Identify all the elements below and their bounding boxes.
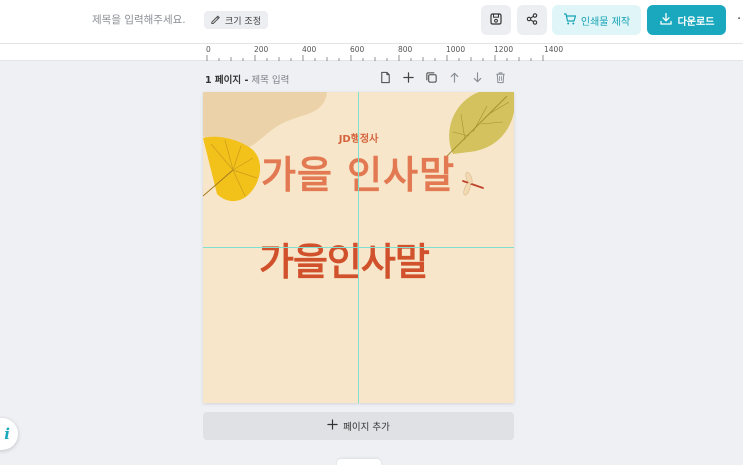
download-icon — [659, 12, 673, 29]
print-order-button[interactable]: 인쇄물 제작 — [552, 5, 641, 35]
more-menu-button[interactable]: · — [737, 12, 741, 27]
plus-icon — [327, 419, 338, 433]
ruler-ticks — [206, 55, 544, 61]
arrow-up-icon[interactable] — [447, 70, 461, 84]
page-title-input[interactable]: 제목 입력 — [251, 75, 289, 86]
arrow-down-icon[interactable] — [470, 70, 484, 84]
print-order-label: 인쇄물 제작 — [580, 16, 631, 28]
cart-icon — [563, 12, 577, 29]
page-icon[interactable] — [378, 70, 392, 84]
page-toolbar — [378, 70, 507, 84]
ruler-tick-label: 0 — [206, 45, 211, 54]
ruler-tick-label: 400 — [302, 45, 317, 54]
trash-icon[interactable] — [493, 70, 507, 84]
ruler-pencil-icon — [210, 13, 221, 27]
top-bar: 제목을 입력해주세요. 크기 조정 인쇄물 제작 다운로드 · — [0, 0, 743, 44]
add-page-button[interactable]: 페이지 추가 — [203, 412, 514, 440]
plus-icon[interactable] — [401, 70, 415, 84]
autumn-leaf-icon — [446, 92, 514, 157]
dragonfly-icon — [462, 172, 484, 196]
resize-label: 크기 조정 — [225, 16, 261, 27]
resize-button[interactable]: 크기 조정 — [204, 11, 268, 29]
page-list-toggle[interactable] — [337, 459, 381, 465]
ginkgo-leaf-icon — [203, 136, 261, 202]
horizontal-ruler: 0 200 400 600 800 1000 1200 1400 — [0, 44, 743, 61]
download-label: 다운로드 — [677, 16, 715, 28]
ruler-tick-label: 1200 — [494, 45, 514, 54]
help-chat-button[interactable]: i — [0, 418, 18, 450]
ruler-tick-label: 600 — [350, 45, 365, 54]
share-icon — [525, 11, 539, 30]
download-button[interactable]: 다운로드 — [647, 5, 726, 35]
help-icon: i — [4, 425, 10, 443]
design-canvas[interactable]: JD행정사 가을 인사말 가을인사말 — [203, 92, 514, 403]
ruler-tick-label: 1000 — [446, 45, 466, 54]
ruler-tick-label: 800 — [398, 45, 413, 54]
share-button[interactable] — [517, 5, 547, 35]
duplicate-icon[interactable] — [424, 70, 438, 84]
save-icon — [489, 11, 503, 30]
save-button[interactable] — [481, 5, 511, 35]
document-title-input[interactable]: 제목을 입력해주세요. — [92, 12, 186, 27]
subheadline-text[interactable]: 가을인사말 — [259, 231, 430, 286]
add-page-label: 페이지 추가 — [343, 422, 390, 433]
horizontal-center-guide — [203, 247, 514, 248]
ruler-tick-label: 1400 — [544, 45, 564, 54]
ruler-tick-label: 200 — [254, 45, 269, 54]
page-number: 1 페이지 - — [205, 75, 249, 86]
page-header: 1 페이지 - 제목 입력 — [205, 72, 289, 86]
